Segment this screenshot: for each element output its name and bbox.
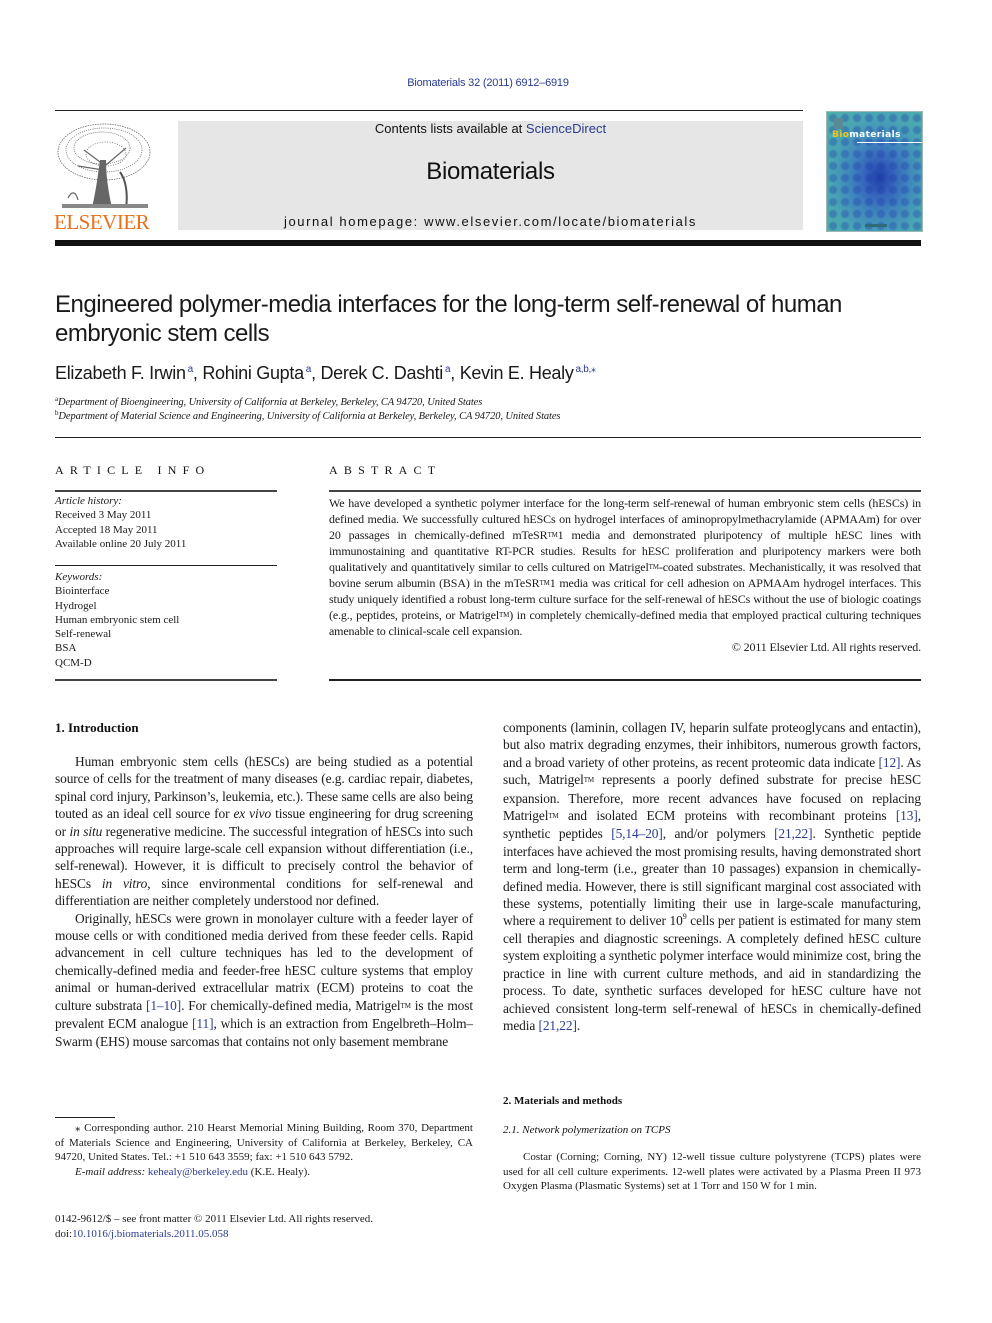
methods-subheading: 2.1. Network polymerization on TCPS xyxy=(503,1124,671,1136)
footnote-rule xyxy=(55,1117,115,1118)
author-affiliation-marker[interactable]: a,b,⁎ xyxy=(576,364,596,375)
citation-link[interactable]: [13] xyxy=(896,808,918,823)
cover-publisher-icon xyxy=(834,118,843,129)
introduction-right-column: components (laminin, collagen IV, hepari… xyxy=(503,719,921,1034)
article-info-heading: ARTICLE INFO xyxy=(55,463,211,477)
author-name[interactable]: Kevin E. Healy xyxy=(460,363,574,383)
issn-line: 0142-9612/$ – see front matter © 2011 El… xyxy=(55,1213,374,1225)
abstract-copyright: © 2011 Elsevier Ltd. All rights reserved… xyxy=(731,640,921,654)
keyword: BSA xyxy=(55,642,77,655)
author-name[interactable]: Derek C. Dashti xyxy=(320,363,443,383)
elsevier-logo[interactable]: ELSEVIER xyxy=(54,120,154,234)
paragraph: Costar (Corning; Corning, NY) 12-well ti… xyxy=(503,1151,921,1193)
citation-link[interactable]: [21,22] xyxy=(538,1018,576,1033)
article-info-rule xyxy=(55,490,277,492)
paragraph: components (laminin, collagen IV, hepari… xyxy=(503,720,922,1033)
journal-homepage[interactable]: journal homepage: www.elsevier.com/locat… xyxy=(178,214,803,229)
introduction-heading: 1. Introduction xyxy=(55,720,139,735)
keyword: Human embryonic stem cell xyxy=(55,613,180,626)
methods-text: Costar (Corning; Corning, NY) 12-well ti… xyxy=(503,1150,921,1194)
citation-link[interactable]: [11] xyxy=(192,1016,214,1031)
journal-reference[interactable]: Biomaterials 32 (2011) 6912–6919 xyxy=(0,77,976,89)
abstract-rule xyxy=(329,679,921,681)
article-history-label: Article history: xyxy=(55,495,122,507)
article-info-rule xyxy=(55,565,277,566)
paragraph: Human embryonic stem cells (hESCs) are b… xyxy=(55,754,474,909)
article-history: Article history: Received 3 May 2011 Acc… xyxy=(55,494,277,551)
email-line: E-mail address: kehealy@berkeley.edu (K.… xyxy=(75,1165,311,1178)
history-online: Available online 20 July 2011 xyxy=(55,537,187,550)
journal-banner: Contents lists available at ScienceDirec… xyxy=(178,121,803,230)
abstract-text: We have developed a synthetic polymer in… xyxy=(329,496,922,654)
doi-line: doi:10.1016/j.biomaterials.2011.05.058 xyxy=(55,1227,229,1240)
section-rule xyxy=(55,437,921,438)
header-thick-rule xyxy=(55,240,921,246)
author-name[interactable]: Elizabeth F. Irwin xyxy=(55,363,186,383)
keyword: Biointerface xyxy=(55,585,110,598)
keyword: Hydrogel xyxy=(55,599,97,612)
journal-cover-image[interactable]: Biomaterials xyxy=(826,111,923,232)
journal-title: Biomaterials xyxy=(426,158,555,185)
keyword: Self-renewal xyxy=(55,628,112,641)
abstract-rule xyxy=(329,490,921,492)
corresponding-author-footnote: ⁎ Corresponding author. 210 Hearst Memor… xyxy=(55,1121,473,1179)
contents-availability: Contents lists available at ScienceDirec… xyxy=(178,121,803,136)
methods-heading: 2. Materials and methods xyxy=(503,1095,623,1107)
keyword: QCM-D xyxy=(55,656,92,669)
affiliation-a: aDepartment of Bioengineering, Universit… xyxy=(55,395,483,408)
abstract-heading: ABSTRACT xyxy=(329,463,442,477)
citation-link[interactable]: [5,14–20] xyxy=(611,826,663,841)
article-title: Engineered polymer-media interfaces for … xyxy=(55,291,842,347)
cover-divider xyxy=(857,142,922,143)
history-received: Received 3 May 2011 xyxy=(55,509,152,522)
keywords-label: Keywords: xyxy=(55,571,103,583)
author-name[interactable]: Rohini Gupta xyxy=(202,363,304,383)
contents-prefix: Contents lists available at xyxy=(374,121,526,136)
corresponding-author-text: ⁎ Corresponding author. 210 Hearst Memor… xyxy=(55,1122,473,1164)
citation-link[interactable]: [1–10] xyxy=(146,998,181,1013)
paragraph: Originally, hESCs were grown in monolaye… xyxy=(55,910,473,1049)
author-list: Elizabeth F. Irwin a, Rohini Gupta a, Dere… xyxy=(55,363,596,383)
header-rule xyxy=(55,110,803,111)
elsevier-wordmark: ELSEVIER xyxy=(54,210,150,234)
email-link[interactable]: kehealy@berkeley.edu xyxy=(148,1166,248,1178)
elsevier-tree-icon xyxy=(54,120,154,212)
article-info-rule xyxy=(55,679,277,681)
sciencedirect-link[interactable]: ScienceDirect xyxy=(526,121,606,136)
citation-link[interactable]: [12] xyxy=(879,755,901,770)
keywords: Keywords: Biointerface Hydrogel Human em… xyxy=(55,570,277,670)
introduction-left-column: Human embryonic stem cells (hESCs) are b… xyxy=(55,753,473,1050)
front-matter: 0142-9612/$ – see front matter © 2011 El… xyxy=(55,1212,373,1241)
doi-link[interactable]: 10.1016/j.biomaterials.2011.05.058 xyxy=(72,1228,228,1240)
cover-title: Biomaterials xyxy=(832,130,901,140)
cover-footer-mark xyxy=(865,224,887,227)
affiliation-b: bDepartment of Material Science and Engi… xyxy=(55,409,561,422)
history-accepted: Accepted 18 May 2011 xyxy=(55,523,158,536)
citation-link[interactable]: [21,22] xyxy=(774,826,812,841)
